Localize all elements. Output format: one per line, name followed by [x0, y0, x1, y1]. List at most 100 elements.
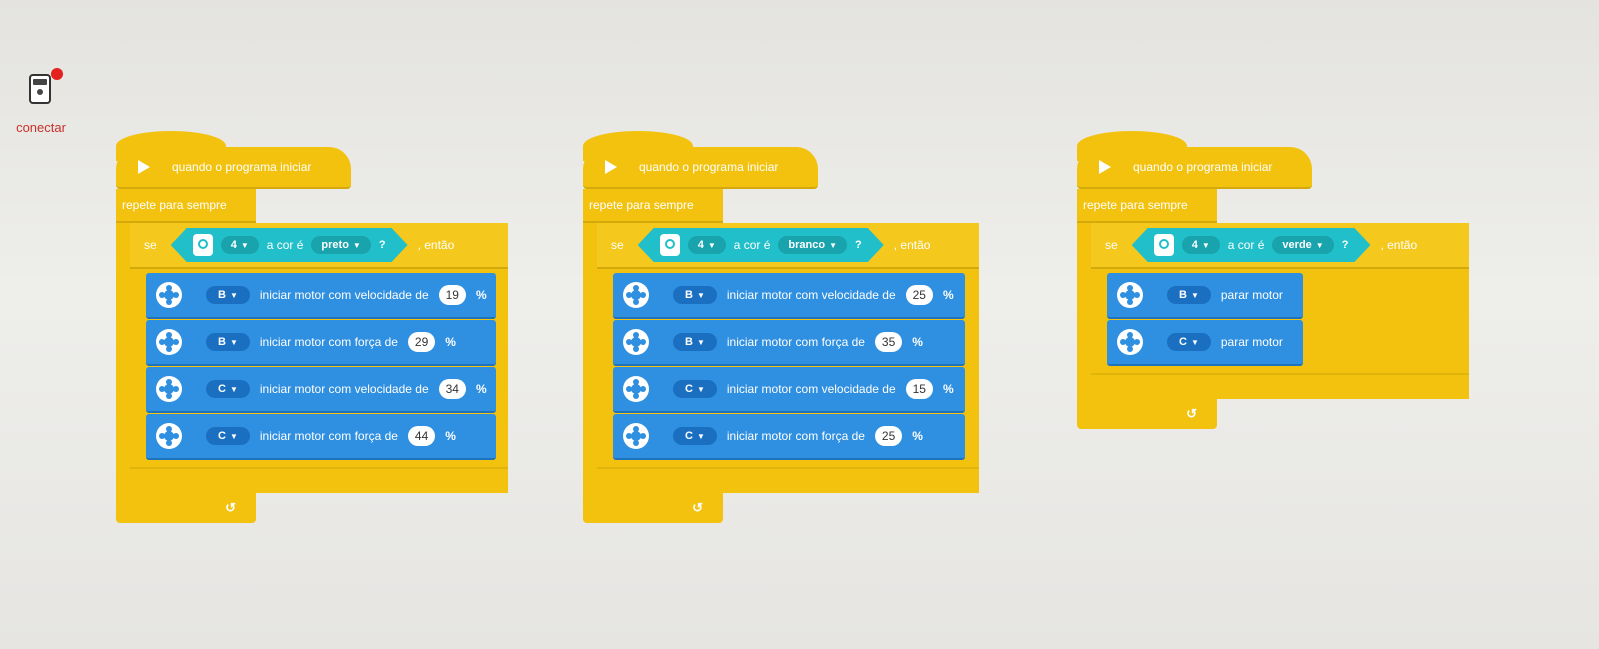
motor-icon: [623, 376, 649, 402]
if-block-end: [597, 467, 979, 493]
motor-port-dropdown[interactable]: C ▼: [206, 380, 250, 398]
repeat-block-end: ↺: [583, 493, 723, 523]
caret-down-icon: ▼: [696, 338, 705, 347]
motor-block-label: iniciar motor com velocidade de: [726, 382, 896, 396]
caret-down-icon: ▼: [696, 291, 705, 300]
motor-block[interactable]: C ▼ iniciar motor com força de 44 %: [146, 414, 496, 460]
hat-label: quando o programa iniciar: [639, 160, 779, 174]
loop-arrow-icon: ↺: [692, 500, 703, 515]
program-stack-3[interactable]: quando o programa iniciar repete para se…: [1077, 131, 1469, 429]
if-label: se: [1105, 238, 1118, 252]
motor-port-dropdown[interactable]: B ▼: [673, 333, 717, 351]
caret-down-icon: ▼: [1315, 241, 1324, 250]
motor-block[interactable]: B ▼ iniciar motor com força de 29 %: [146, 320, 496, 366]
if-block-end: [130, 467, 508, 493]
motor-value-input[interactable]: 15: [905, 379, 933, 399]
motor-block[interactable]: C ▼ parar motor: [1107, 320, 1303, 366]
play-icon: [1099, 160, 1111, 174]
motor-block-label: iniciar motor com força de: [259, 335, 398, 349]
program-stack-1[interactable]: quando o programa iniciar repete para se…: [116, 131, 508, 523]
if-then-block[interactable]: se 4 ▼ a cor é branco ▼ ? , então: [597, 223, 979, 269]
unit-label: %: [912, 335, 923, 349]
color-condition-block[interactable]: 4 ▼ a cor é verde ▼ ?: [1132, 228, 1371, 262]
if-body: B ▼ parar motor C ▼ parar motor: [1091, 269, 1469, 373]
question-mark: ?: [855, 239, 862, 251]
connect-widget[interactable]: conectar: [6, 68, 76, 135]
motor-value-input[interactable]: 35: [874, 332, 903, 352]
program-stack-2[interactable]: quando o programa iniciar repete para se…: [583, 131, 979, 523]
sensor-port-dropdown[interactable]: 4 ▼: [1182, 236, 1220, 254]
motor-value-input[interactable]: 29: [407, 332, 436, 352]
color-dropdown[interactable]: branco ▼: [778, 236, 847, 254]
when-program-starts-block[interactable]: quando o programa iniciar: [1077, 131, 1312, 189]
motor-block-label: parar motor: [1220, 288, 1283, 302]
unit-label: %: [942, 288, 954, 302]
motor-port-dropdown[interactable]: B ▼: [206, 333, 250, 351]
if-then-block[interactable]: se 4 ▼ a cor é verde ▼ ? , então: [1091, 223, 1469, 269]
motor-value-input[interactable]: 19: [438, 285, 466, 305]
motor-port-dropdown[interactable]: C ▼: [673, 380, 717, 398]
motor-block[interactable]: C ▼ iniciar motor com velocidade de 15 %: [613, 367, 965, 413]
when-program-starts-block[interactable]: quando o programa iniciar: [583, 131, 818, 189]
color-condition-block[interactable]: 4 ▼ a cor é preto ▼ ?: [171, 228, 408, 262]
motor-port-dropdown[interactable]: C ▼: [673, 427, 717, 445]
motor-block-label: iniciar motor com velocidade de: [259, 288, 429, 302]
unit-label: %: [475, 382, 487, 396]
repeat-forever-block[interactable]: repete para sempre: [1077, 189, 1217, 223]
color-condition-block[interactable]: 4 ▼ a cor é branco ▼ ?: [638, 228, 884, 262]
caret-down-icon: ▼: [229, 385, 238, 394]
repeat-block-end: ↺: [116, 493, 256, 523]
motor-icon: [1117, 282, 1143, 308]
when-program-starts-block[interactable]: quando o programa iniciar: [116, 131, 351, 189]
then-label: , então: [417, 238, 455, 252]
motor-port-dropdown[interactable]: C ▼: [206, 427, 250, 445]
caret-down-icon: ▼: [829, 241, 838, 250]
if-then-block[interactable]: se 4 ▼ a cor é preto ▼ ? , então: [130, 223, 508, 269]
motor-block[interactable]: B ▼ parar motor: [1107, 273, 1303, 319]
repeat-forever-block[interactable]: repete para sempre: [116, 189, 256, 223]
sensor-port-dropdown[interactable]: 4 ▼: [688, 236, 726, 254]
unit-label: %: [445, 335, 456, 349]
unit-label: %: [942, 382, 954, 396]
hub-icon[interactable]: [29, 68, 63, 106]
color-dropdown[interactable]: preto ▼: [311, 236, 370, 254]
motor-block-label: iniciar motor com velocidade de: [726, 288, 896, 302]
caret-down-icon: ▼: [696, 385, 705, 394]
loop-arrow-icon: ↺: [225, 500, 236, 515]
sensor-port-dropdown[interactable]: 4 ▼: [221, 236, 259, 254]
motor-port-dropdown[interactable]: B ▼: [206, 286, 250, 304]
motor-value-input[interactable]: 34: [438, 379, 466, 399]
color-sensor-icon: [1154, 234, 1174, 256]
motor-port-dropdown[interactable]: C ▼: [1167, 333, 1211, 351]
motor-block[interactable]: B ▼ iniciar motor com força de 35 %: [613, 320, 965, 366]
repeat-forever-block[interactable]: repete para sempre: [583, 189, 723, 223]
connect-label[interactable]: conectar: [6, 120, 76, 135]
motor-icon: [1117, 329, 1143, 355]
caret-down-icon: ▼: [240, 241, 249, 250]
motor-icon: [623, 282, 649, 308]
color-dropdown[interactable]: verde ▼: [1272, 236, 1333, 254]
repeat-block-end: ↺: [1077, 399, 1217, 429]
caret-down-icon: ▼: [1201, 241, 1210, 250]
motor-block[interactable]: B ▼ iniciar motor com velocidade de 25 %: [613, 273, 965, 319]
motor-value-input[interactable]: 25: [905, 285, 933, 305]
color-sensor-icon: [193, 234, 213, 256]
motor-port-dropdown[interactable]: B ▼: [1167, 286, 1211, 304]
color-prefix: a cor é: [733, 238, 771, 252]
repeat-label: repete para sempre: [122, 198, 227, 212]
motor-icon: [623, 423, 649, 449]
motor-block[interactable]: B ▼ iniciar motor com velocidade de 19 %: [146, 273, 496, 319]
motor-port-dropdown[interactable]: B ▼: [673, 286, 717, 304]
motor-icon: [156, 376, 182, 402]
motor-block[interactable]: C ▼ iniciar motor com força de 25 %: [613, 414, 965, 460]
if-block-end: [1091, 373, 1469, 399]
motor-value-input[interactable]: 44: [407, 426, 436, 446]
question-mark: ?: [378, 239, 386, 251]
then-label: , então: [893, 238, 931, 252]
caret-down-icon: ▼: [1190, 291, 1199, 300]
motor-block-label: iniciar motor com força de: [726, 335, 865, 349]
motor-value-input[interactable]: 25: [874, 426, 903, 446]
loop-arrow-icon: ↺: [1186, 406, 1197, 421]
motor-block[interactable]: C ▼ iniciar motor com velocidade de 34 %: [146, 367, 496, 413]
if-body: B ▼ iniciar motor com velocidade de 19 % B…: [130, 269, 508, 467]
